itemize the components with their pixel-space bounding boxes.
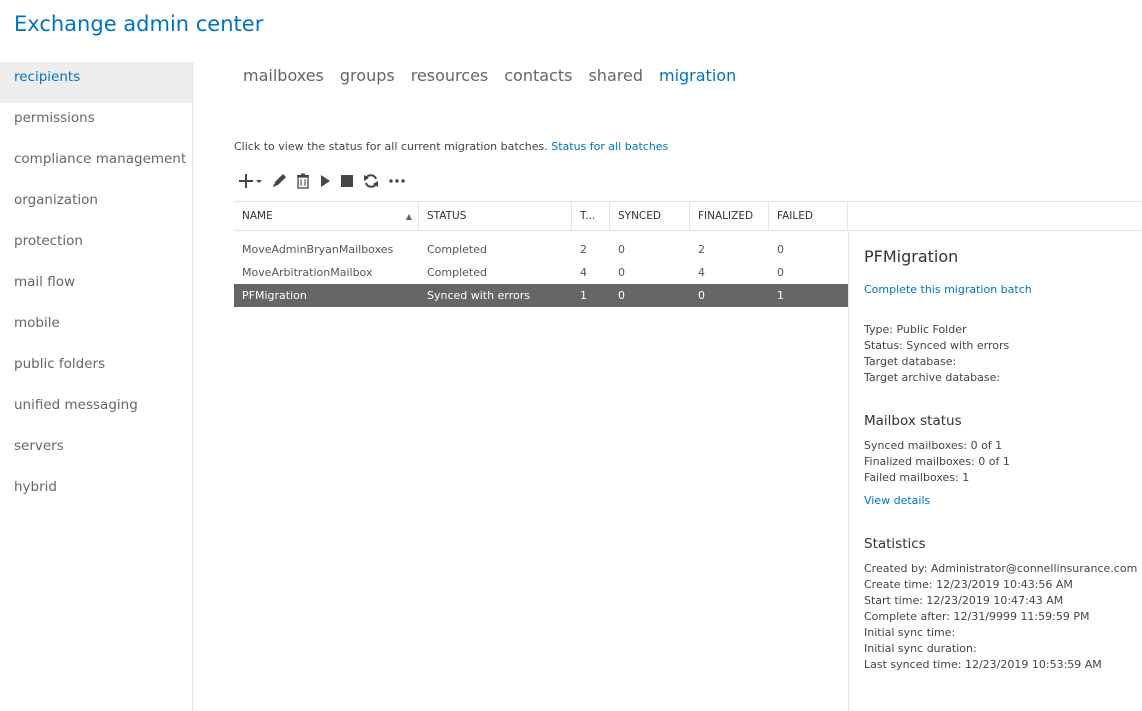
sidebar-item-recipients[interactable]: recipients	[0, 62, 192, 103]
mailbox-status-heading: Mailbox status	[864, 413, 962, 429]
complete-batch-link[interactable]: Complete this migration batch	[864, 283, 1032, 296]
cell-status: Synced with errors	[427, 289, 530, 302]
sidebar-item-public-folders[interactable]: public folders	[0, 349, 192, 390]
view-details-link[interactable]: View details	[864, 494, 930, 507]
detail-start-time: Start time: 12/23/2019 10:47:43 AM	[864, 594, 1064, 607]
sidebar-item-servers[interactable]: servers	[0, 431, 192, 472]
details-title: PFMigration	[864, 247, 959, 266]
detail-initial-sync-time: Initial sync time:	[864, 626, 956, 639]
grid-header: NAME ▲ STATUS T... SYNCED FINALIZED FAIL…	[234, 201, 1142, 231]
detail-status: Status: Synced with errors	[864, 339, 1010, 352]
toolbar	[238, 170, 415, 192]
details-pane: PFMigration Complete this migration batc…	[848, 232, 1142, 711]
detail-complete-after: Complete after: 12/31/9999 11:59:59 PM	[864, 610, 1090, 623]
tab-shared[interactable]: shared	[588, 66, 643, 85]
cell-synced: 0	[618, 289, 625, 302]
column-header-name-label: NAME	[242, 210, 273, 222]
column-header-failed[interactable]: FAILED	[769, 202, 848, 231]
info-line: Click to view the status for all current…	[234, 140, 668, 153]
table-row-selected[interactable]: PFMigration Synced with errors 1 0 0 1	[234, 284, 848, 307]
start-icon[interactable]	[319, 171, 331, 191]
app-title: Exchange admin center	[14, 12, 264, 36]
column-header-status[interactable]: STATUS	[419, 202, 572, 231]
cell-finalized: 0	[698, 289, 705, 302]
batch-list: MoveAdminBryanMailboxes Completed 2 0 2 …	[234, 238, 848, 307]
sidebar-item-permissions[interactable]: permissions	[0, 103, 192, 144]
tab-contacts[interactable]: contacts	[504, 66, 572, 85]
column-header-total[interactable]: T...	[572, 202, 610, 231]
detail-failed-mailboxes: Failed mailboxes: 1	[864, 471, 970, 484]
cell-failed: 0	[777, 243, 784, 256]
cell-status: Completed	[427, 243, 487, 256]
detail-created-by: Created by: Administrator@connellinsuran…	[864, 562, 1138, 575]
sidebar-item-compliance-management[interactable]: compliance management	[0, 144, 192, 185]
add-icon[interactable]	[238, 171, 262, 191]
tab-mailboxes[interactable]: mailboxes	[243, 66, 324, 85]
cell-failed: 1	[777, 289, 784, 302]
sidebar: recipients permissions compliance manage…	[0, 62, 193, 711]
column-header-synced[interactable]: SYNCED	[610, 202, 690, 231]
cell-total: 1	[580, 289, 587, 302]
cell-finalized: 4	[698, 266, 705, 279]
cell-total: 2	[580, 243, 587, 256]
detail-type: Type: Public Folder	[864, 323, 967, 336]
tab-resources[interactable]: resources	[411, 66, 489, 85]
sort-ascending-icon: ▲	[405, 212, 412, 221]
sidebar-item-organization[interactable]: organization	[0, 185, 192, 226]
cell-total: 4	[580, 266, 587, 279]
cell-name: PFMigration	[242, 289, 307, 302]
detail-finalized-mailboxes: Finalized mailboxes: 0 of 1	[864, 455, 1010, 468]
sidebar-item-hybrid[interactable]: hybrid	[0, 472, 192, 513]
tab-migration[interactable]: migration	[659, 66, 736, 85]
delete-icon[interactable]	[296, 171, 310, 191]
status-all-batches-link[interactable]: Status for all batches	[551, 140, 668, 153]
detail-last-synced-time: Last synced time: 12/23/2019 10:53:59 AM	[864, 658, 1102, 671]
cell-name: MoveAdminBryanMailboxes	[242, 243, 394, 256]
sidebar-item-mobile[interactable]: mobile	[0, 308, 192, 349]
edit-icon[interactable]	[271, 171, 287, 191]
sidebar-item-mail-flow[interactable]: mail flow	[0, 267, 192, 308]
detail-create-time: Create time: 12/23/2019 10:43:56 AM	[864, 578, 1073, 591]
table-row[interactable]: MoveArbitrationMailbox Completed 4 0 4 0	[234, 261, 848, 284]
cell-synced: 0	[618, 266, 625, 279]
tab-bar: mailboxes groups resources contacts shar…	[243, 66, 752, 85]
statistics-heading: Statistics	[864, 536, 926, 552]
cell-finalized: 2	[698, 243, 705, 256]
info-text: Click to view the status for all current…	[234, 140, 548, 153]
sidebar-item-unified-messaging[interactable]: unified messaging	[0, 390, 192, 431]
table-row[interactable]: MoveAdminBryanMailboxes Completed 2 0 2 …	[234, 238, 848, 261]
cell-status: Completed	[427, 266, 487, 279]
detail-target-archive-database: Target archive database:	[864, 371, 1001, 384]
detail-initial-sync-duration: Initial sync duration:	[864, 642, 977, 655]
cell-failed: 0	[777, 266, 784, 279]
column-header-name[interactable]: NAME ▲	[234, 202, 419, 231]
more-icon[interactable]	[388, 171, 406, 191]
sidebar-item-protection[interactable]: protection	[0, 226, 192, 267]
stop-icon[interactable]	[340, 171, 354, 191]
cell-name: MoveArbitrationMailbox	[242, 266, 373, 279]
cell-synced: 0	[618, 243, 625, 256]
detail-target-database: Target database:	[864, 355, 957, 368]
tab-groups[interactable]: groups	[340, 66, 395, 85]
column-header-finalized[interactable]: FINALIZED	[690, 202, 769, 231]
detail-synced-mailboxes: Synced mailboxes: 0 of 1	[864, 439, 1003, 452]
refresh-icon[interactable]	[363, 171, 379, 191]
